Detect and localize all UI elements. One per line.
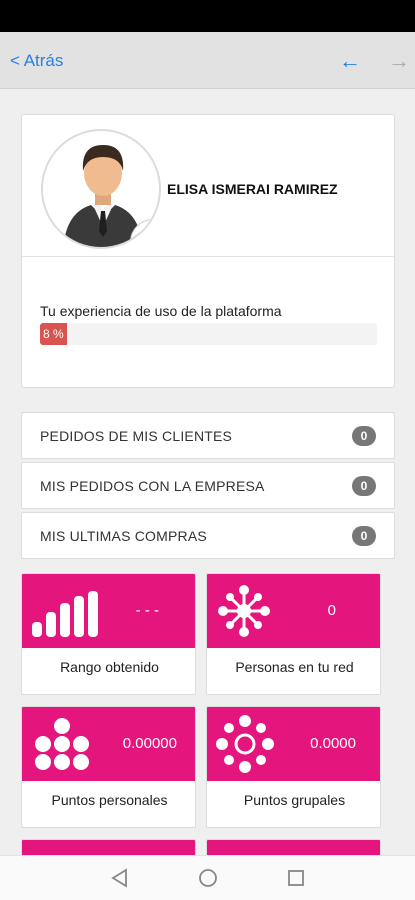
- experience-progress-bar: 8 %: [40, 323, 377, 345]
- stat-card-header: 0: [207, 574, 380, 648]
- count-badge: 0: [352, 426, 376, 446]
- stat-value: 0.00000: [122, 735, 177, 752]
- status-bar: [0, 0, 415, 32]
- stat-card-personal-points[interactable]: 0.00000 Puntos personales: [21, 706, 196, 828]
- network-icon: [218, 585, 270, 637]
- order-row-label: MIS ULTIMAS COMPRAS: [40, 528, 207, 544]
- stat-card-network[interactable]: 0 Personas en tu red: [206, 573, 381, 695]
- orders-clients-row[interactable]: PEDIDOS DE MIS CLIENTES 0: [21, 412, 395, 459]
- order-row-label: MIS PEDIDOS CON LA EMPRESA: [40, 478, 265, 494]
- arrow-right-icon[interactable]: →: [388, 50, 410, 72]
- stat-value: 0.0000: [310, 735, 356, 752]
- stat-card-header: 0.0000: [207, 707, 380, 781]
- stat-card-rank[interactable]: - - - Rango obtenido: [21, 573, 196, 695]
- experience-progress-text: 8 %: [43, 327, 64, 341]
- stat-label: Puntos grupales: [243, 792, 346, 808]
- bars-chart-icon: [32, 591, 98, 637]
- user-outline-icon: [145, 231, 159, 247]
- stat-label: Personas en tu red: [235, 659, 354, 675]
- profile-name: ELISA ISMERAI RAMIREZ: [167, 181, 338, 197]
- experience-label: Tu experiencia de uso de la plataforma: [40, 303, 282, 319]
- home-circle-icon[interactable]: [198, 868, 218, 888]
- count-badge: 0: [352, 526, 376, 546]
- orders-company-row[interactable]: MIS PEDIDOS CON LA EMPRESA 0: [21, 462, 395, 509]
- stat-value: - - -: [135, 602, 159, 619]
- navigation-bar: < Atrás ← →: [0, 32, 415, 89]
- avatar: [41, 129, 161, 249]
- count-badge: 0: [352, 476, 376, 496]
- recents-square-icon[interactable]: [287, 868, 305, 888]
- profile-card: ELISA ISMERAI RAMIREZ Tu experiencia de …: [21, 114, 395, 388]
- stat-card-group-points[interactable]: 0.0000 Puntos grupales: [206, 706, 381, 828]
- stat-card-header: 0.00000: [22, 707, 195, 781]
- stat-label: Puntos personales: [51, 792, 168, 808]
- divider: [22, 256, 394, 257]
- stat-card-header: - - -: [22, 574, 195, 648]
- stat-value: 0: [327, 602, 336, 619]
- arrow-left-icon[interactable]: ←: [339, 50, 361, 72]
- order-row-label: PEDIDOS DE MIS CLIENTES: [40, 428, 233, 444]
- back-button[interactable]: < Atrás: [10, 51, 63, 71]
- last-purchases-row[interactable]: MIS ULTIMAS COMPRAS 0: [21, 512, 395, 559]
- system-navigation-bar: [0, 855, 415, 900]
- stat-label: Rango obtenido: [60, 659, 159, 675]
- back-triangle-icon[interactable]: [110, 868, 128, 888]
